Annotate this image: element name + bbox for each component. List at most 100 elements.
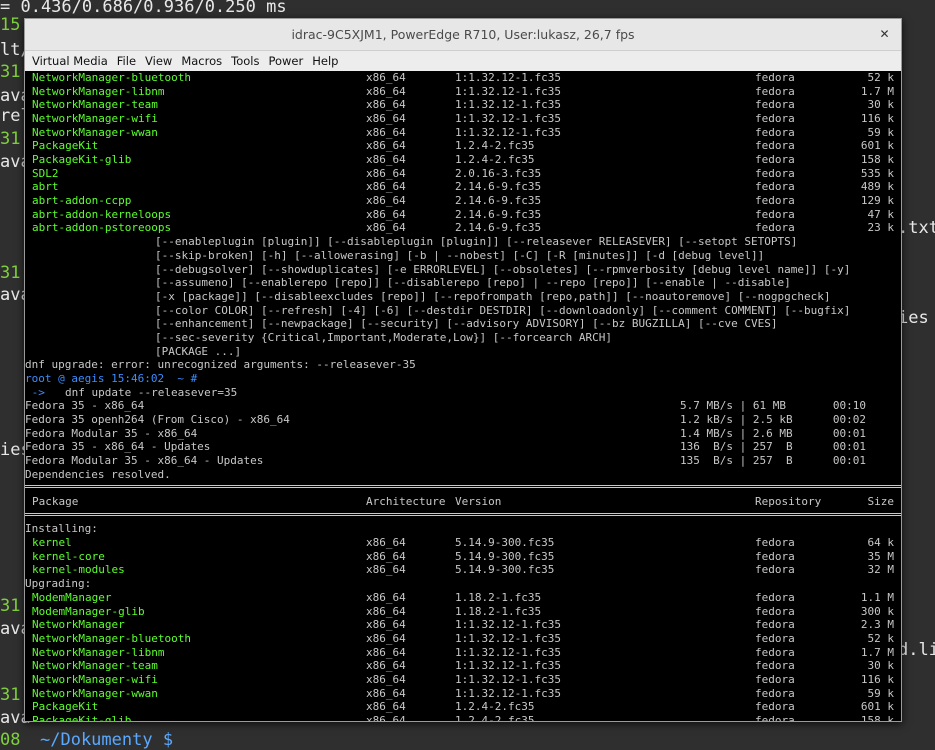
close-icon[interactable]: ✕ [876, 26, 893, 43]
package-row: SDL2 x86_64 2.0.16-3.fc35 fedora 535 k [25, 167, 901, 181]
separator-line [25, 509, 901, 523]
package-repo: fedora [755, 672, 795, 686]
package-name: kernel [32, 536, 72, 550]
separator-line [25, 481, 901, 495]
header-arch: Architecture [366, 495, 446, 509]
package-version: 5.14.9-300.fc35 [455, 536, 555, 550]
package-name: SDL2 [32, 166, 59, 180]
package-arch: x86_64 [366, 180, 406, 194]
package-size: 47 k [867, 207, 895, 221]
package-version: 1.2.4-2.fc35 [455, 700, 535, 714]
menu-macros[interactable]: Macros [178, 51, 225, 71]
usage-line: [--assumeno] [--enablerepo [repo]] [--di… [25, 276, 901, 290]
package-version: 1:1.32.12-1.fc35 [455, 98, 561, 112]
shell-prompt: root @ aegis 15:46:02 ~ # [25, 371, 198, 385]
window-titlebar[interactable]: idrac-9C5XJM1, PowerEdge R710, User:luka… [25, 19, 901, 51]
repo-metadata-line: Fedora 35 openh264 (From Cisco) - x86_64… [25, 413, 901, 427]
package-size: 30 k [867, 659, 895, 673]
package-name: PackageKit [32, 139, 99, 153]
usage-line: [-x [package]] [--disableexcludes [repo]… [25, 290, 901, 304]
package-name: NetworkManager-team [32, 98, 158, 112]
package-repo: fedora [755, 98, 795, 112]
background-terminal-line: = 0.436/0.686/0.936/0.250 ms [0, 0, 287, 17]
package-name: PackageKit [32, 700, 99, 714]
section-label: Installing: [25, 522, 901, 536]
separator-rule [25, 485, 901, 489]
package-version: 2.14.6-9.fc35 [455, 221, 542, 235]
section-label: Upgrading: [25, 577, 901, 591]
package-size: 1.1 M [860, 590, 894, 604]
package-row: NetworkManager-libnm x86_64 1:1.32.12-1.fc… [25, 646, 901, 660]
package-repo: fedora [755, 139, 795, 153]
repo-metadata-line: Fedora Modular 35 - x86_64 - Updates 135 … [25, 454, 901, 468]
package-arch: x86_64 [366, 645, 406, 659]
table-header: Package Architecture Version Repository Size [25, 495, 901, 509]
error-line: dnf upgrade: error: unrecognized argumen… [25, 358, 901, 372]
package-size: 535 k [860, 166, 894, 180]
package-repo: fedora [755, 590, 795, 604]
package-repo: fedora [755, 659, 795, 673]
separator-rule [25, 512, 901, 516]
package-size: 1.7 M [860, 84, 894, 98]
idrac-console-window[interactable]: idrac-9C5XJM1, PowerEdge R710, User:luka… [24, 18, 902, 722]
package-size: 52 k [867, 631, 895, 645]
background-terminal-line: 15 [0, 15, 21, 35]
background-terminal-line: 31 [0, 62, 21, 82]
package-repo: fedora [755, 700, 795, 714]
package-arch: x86_64 [366, 549, 406, 563]
repo-name: Fedora 35 - x86_64 - Updates [25, 440, 211, 454]
menu-virtual-media[interactable]: Virtual Media [29, 51, 111, 71]
package-name: NetworkManager-wifi [32, 112, 158, 126]
menu-view[interactable]: View [142, 51, 175, 71]
usage-text: [--assumeno] [--enablerepo [repo]] [--di… [155, 276, 791, 290]
upgrading-label: Upgrading: [25, 577, 92, 591]
package-row: abrt-addon-ccpp x86_64 2.14.6-9.fc35 fedora… [25, 194, 901, 208]
command-text: dnf update --releasever=35 [65, 385, 238, 399]
menu-power[interactable]: Power [265, 51, 306, 71]
package-row: ModemManager-glib x86_64 1.18.2-1.fc35 fedo… [25, 605, 901, 619]
menu-help[interactable]: Help [309, 51, 341, 71]
repo-metadata-line: Fedora 35 - x86_64 - Updates 136 B/s | 25… [25, 440, 901, 454]
package-repo: fedora [755, 631, 795, 645]
prompt-arrow: -> [25, 385, 45, 399]
package-version: 1.2.4-2.fc35 [455, 713, 535, 722]
package-size: 52 k [867, 71, 895, 84]
prompt-line: root @ aegis 15:46:02 ~ # [25, 372, 901, 386]
package-version: 1:1.32.12-1.fc35 [455, 645, 561, 659]
usage-text: [--color COLOR] [--refresh] [-4] [-6] [-… [155, 303, 851, 317]
package-row: PackageKit-glib x86_64 1.2.4-2.fc35 fedora 1… [25, 153, 901, 167]
package-row: NetworkManager-bluetooth x86_64 1:1.32.12-… [25, 632, 901, 646]
package-arch: x86_64 [366, 563, 406, 577]
menu-bar: Virtual Media File View Macros Tools Pow… [25, 51, 901, 72]
package-name: abrt-addon-pstoreoops [32, 221, 172, 235]
package-version: 1:1.32.12-1.fc35 [455, 84, 561, 98]
command-line: -> dnf update --releasever=35 [25, 386, 901, 400]
package-repo: fedora [755, 84, 795, 98]
package-row: abrt-addon-kerneloops x86_64 2.14.6-9.fc35… [25, 208, 901, 222]
usage-line: [--skip-broken] [-h] [--allowerasing] [-… [25, 249, 901, 263]
package-row: abrt x86_64 2.14.6-9.fc35 fedora 489 k [25, 180, 901, 194]
package-name: NetworkManager-wifi [32, 672, 158, 686]
remote-console-screen[interactable]: NetworkManager-bluetooth x86_64 1:1.32.12-… [25, 71, 901, 721]
package-version: 2.14.6-9.fc35 [455, 180, 542, 194]
package-repo: fedora [755, 166, 795, 180]
repo-metadata-line: Fedora 35 - x86_64 5.7 MB/s | 61 MB 00:10 [25, 399, 901, 413]
package-repo: fedora [755, 536, 795, 550]
package-name: ModemManager-glib [32, 604, 145, 618]
package-repo: fedora [755, 221, 795, 235]
package-arch: x86_64 [366, 153, 406, 167]
package-size: 32 M [867, 563, 895, 577]
package-version: 1:1.32.12-1.fc35 [455, 631, 561, 645]
background-terminal-line: ~/Dokumenty $ [40, 730, 174, 750]
menu-file[interactable]: File [114, 51, 139, 71]
package-row: NetworkManager-wwan x86_64 1:1.32.12-1.fc3… [25, 126, 901, 140]
package-row: NetworkManager-wifi x86_64 1:1.32.12-1.fc3… [25, 673, 901, 687]
package-name: ModemManager [32, 590, 112, 604]
usage-text: [--skip-broken] [-h] [--allowerasing] [-… [155, 248, 765, 262]
package-version: 1:1.32.12-1.fc35 [455, 672, 561, 686]
package-name: kernel-modules [32, 563, 125, 577]
package-version: 1:1.32.12-1.fc35 [455, 71, 561, 84]
package-repo: fedora [755, 563, 795, 577]
menu-tools[interactable]: Tools [228, 51, 262, 71]
package-row: NetworkManager-team x86_64 1:1.32.12-1.fc3… [25, 98, 901, 112]
